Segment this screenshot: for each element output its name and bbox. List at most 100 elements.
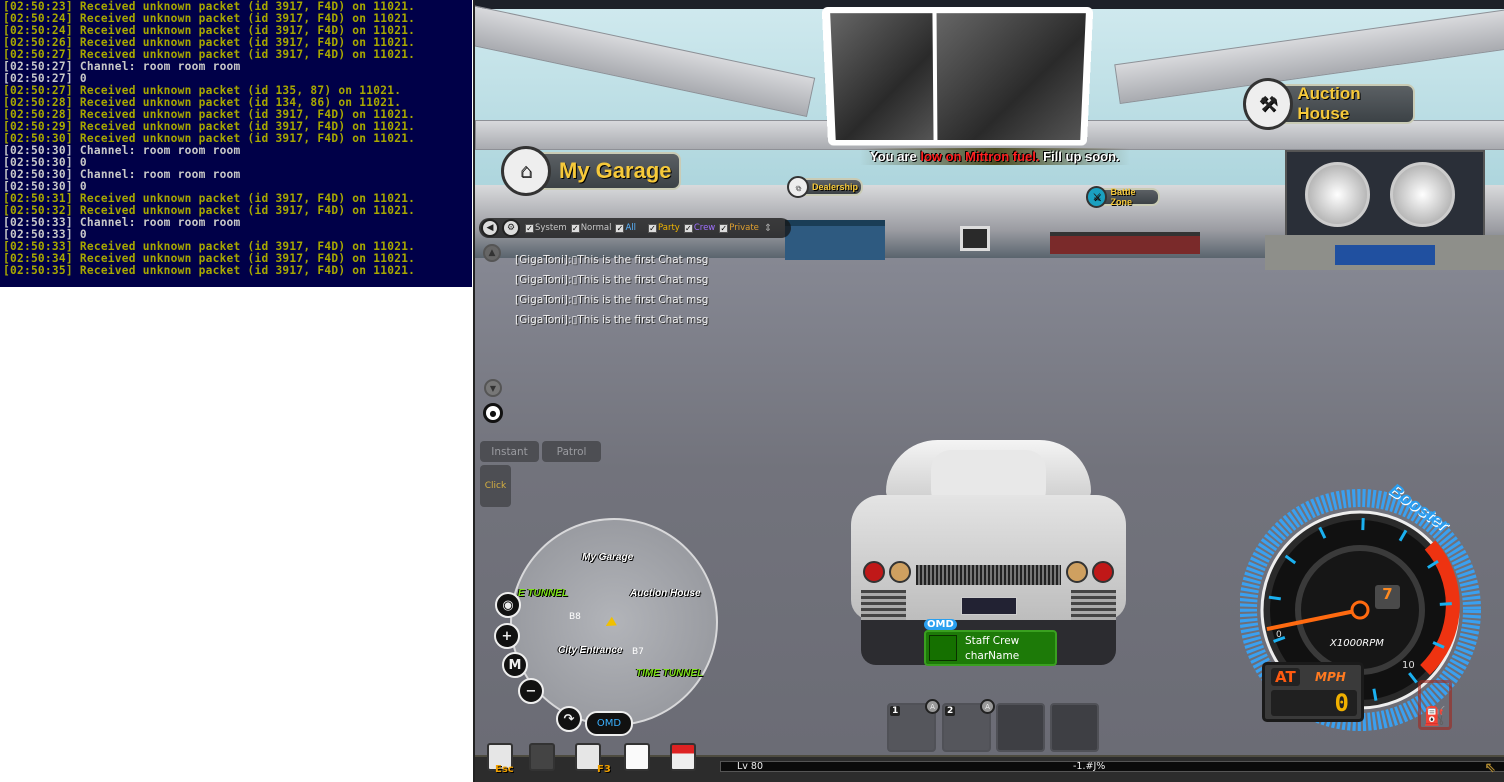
character-icon[interactable] bbox=[529, 743, 555, 771]
map-button[interactable]: M bbox=[502, 652, 528, 678]
chat-settings-gear-icon[interactable]: ⚙ bbox=[502, 219, 520, 237]
dealership-building bbox=[785, 220, 885, 260]
chat-filter-private[interactable]: ✓ Private bbox=[719, 223, 759, 233]
camera-icon[interactable]: ◉ bbox=[495, 592, 521, 618]
auto-badge-icon: A bbox=[980, 699, 995, 714]
battle-zone-sign: ⚔ Battle Zone bbox=[1086, 186, 1160, 208]
chat-filter-bar: ◀ ⚙ ✓ System ✓ Normal ✓ All ✓ Party ✓ Crew ✓ Privat… bbox=[479, 218, 791, 238]
dealership-icon: ☼ bbox=[787, 176, 809, 198]
dealership-sign: ☼ Dealership bbox=[787, 176, 863, 198]
chat-message: [GigaToni]:▯This is the first Chat msg bbox=[515, 294, 709, 306]
checkbox-checked-icon[interactable]: ✓ bbox=[719, 223, 729, 233]
player-position-arrow-icon: ◀ bbox=[601, 614, 619, 633]
chat-filter-party[interactable]: ✓ Party bbox=[648, 223, 680, 233]
f3-key-label: F3 bbox=[597, 764, 611, 775]
level-label: Lv 80 bbox=[737, 761, 764, 772]
minimap-label-auction-house: Auction House bbox=[630, 588, 701, 599]
hotbar-slot-1[interactable]: 1A bbox=[887, 699, 940, 752]
minimap-label-my-garage: My Garage bbox=[582, 552, 634, 563]
player-nameplate: Staff Crew charName bbox=[924, 630, 1057, 666]
notebook-icon[interactable] bbox=[624, 743, 650, 771]
console-message: Channel: room room room bbox=[79, 144, 241, 157]
server-console: [02:50:23] Received unknown packet (id 3… bbox=[0, 0, 472, 287]
chat-toggle-button[interactable]: ● bbox=[483, 403, 503, 423]
minimap-label-b8: B8 bbox=[569, 612, 581, 622]
rpm-unit-label: X1000RPM bbox=[1330, 638, 1384, 649]
console-line: [02:50:35] Received unknown packet (id 3… bbox=[3, 265, 472, 277]
esc-key-label: Esc bbox=[495, 764, 514, 775]
rpm-tick bbox=[1439, 602, 1452, 606]
chat-back-button[interactable]: ◀ bbox=[481, 219, 499, 237]
chat-filter-crew[interactable]: ✓ Crew bbox=[683, 223, 715, 233]
zoom-out-icon[interactable]: − bbox=[518, 678, 544, 704]
click-button[interactable]: Click bbox=[480, 465, 511, 507]
rpm-max-label: 10 bbox=[1402, 660, 1415, 671]
chat-filter-label: All bbox=[625, 223, 637, 233]
instant-button[interactable]: Instant bbox=[480, 441, 539, 462]
shop-icon[interactable] bbox=[670, 743, 696, 771]
rpm-tick bbox=[1372, 688, 1378, 701]
hotbar-slot-2[interactable]: 2A bbox=[942, 699, 995, 752]
fuel-pump-icon: ⛽ bbox=[1418, 680, 1452, 730]
chat-filter-system[interactable]: ✓ System bbox=[525, 223, 567, 233]
chat-message: [GigaToni]:▯This is the first Chat msg bbox=[515, 274, 709, 286]
minimap-label-e-tunnel: E TUNNEL bbox=[518, 588, 568, 599]
chat-messages: [GigaToni]:▯This is the first Chat msg [G… bbox=[515, 250, 708, 330]
chat-message: [GigaToni]:▯This is the first Chat msg bbox=[515, 254, 709, 266]
battle-zone-icon: ⚔ bbox=[1086, 186, 1108, 208]
omd-button[interactable]: OMD bbox=[585, 711, 633, 736]
hotbar-slot-4[interactable] bbox=[1050, 703, 1099, 752]
minimap-label-time-tunnel: TIME TUNNEL bbox=[636, 668, 704, 679]
checkbox-checked-icon[interactable]: ✓ bbox=[570, 223, 580, 233]
exp-percent: -1.#J% bbox=[1073, 761, 1106, 772]
chat-filter-label: Normal bbox=[580, 223, 612, 233]
speed-unit: MPH bbox=[1315, 670, 1346, 684]
slot-number: 2 bbox=[945, 706, 956, 716]
hotbar-slot-3[interactable] bbox=[996, 703, 1045, 752]
resize-arrow-icon[interactable]: ⇖ bbox=[1484, 760, 1496, 776]
chat-scroll-up-button[interactable]: ▲ bbox=[483, 244, 501, 262]
checkbox-checked-icon[interactable]: ✓ bbox=[648, 223, 658, 233]
billboard-image bbox=[830, 13, 934, 140]
billboard-screen bbox=[821, 6, 1094, 146]
rotate-icon[interactable]: ↷ bbox=[556, 706, 582, 732]
chat-scroll-down-button[interactable]: ▼ bbox=[484, 379, 502, 397]
console-message: Channel: room room room bbox=[79, 60, 241, 73]
chat-filter-label: Party bbox=[658, 223, 680, 233]
tunnel-gate bbox=[960, 226, 990, 251]
chat-message: [GigaToni]:▯This is the first Chat msg bbox=[515, 314, 709, 326]
minimap-label-b7: B7 bbox=[632, 647, 644, 657]
mittron-building bbox=[1265, 150, 1504, 270]
transmission-mode: AT bbox=[1271, 668, 1300, 686]
checkbox-checked-icon[interactable]: ✓ bbox=[615, 223, 625, 233]
gear-indicator: 7 bbox=[1375, 585, 1400, 609]
crew-name: Staff Crew bbox=[965, 635, 1020, 647]
rpm-min-label: 0 bbox=[1276, 630, 1282, 640]
patrol-button[interactable]: Patrol bbox=[542, 441, 601, 462]
game-window[interactable]: ⌂ My Garage ⚒ Auction House ☼ Dealership… bbox=[473, 0, 1504, 782]
chat-filter-label: System bbox=[535, 223, 567, 233]
rpm-tick bbox=[1268, 595, 1281, 601]
console-message: Received unknown packet (id 3917, F4D) o… bbox=[79, 264, 416, 277]
chat-resize-icon[interactable]: ⇕ bbox=[764, 223, 772, 234]
crew-emblem bbox=[929, 635, 957, 661]
zoom-in-icon[interactable]: + bbox=[494, 623, 520, 649]
fuel-warning: You are low on Mittron fuel. Fill up soo… bbox=[860, 148, 1130, 165]
speed-value: 0 bbox=[1271, 690, 1357, 716]
chat-filter-all[interactable]: ✓ All bbox=[615, 223, 636, 233]
checkbox-checked-icon[interactable]: ✓ bbox=[683, 223, 693, 233]
garage-icon: ⌂ bbox=[501, 146, 551, 196]
gavel-icon: ⚒ bbox=[1243, 78, 1294, 130]
chat-filter-normal[interactable]: ✓ Normal bbox=[570, 223, 612, 233]
speedometer: Booster 7 X1000RPM 0 10 AT MPH 0 ⛽ bbox=[1239, 479, 1504, 755]
billboard-image bbox=[936, 13, 1086, 140]
console-timestamp: [02:50:35] bbox=[3, 264, 73, 277]
console-message: Channel: room room room bbox=[79, 168, 241, 181]
character-name: charName bbox=[965, 650, 1020, 662]
my-garage-sign: ⌂ My Garage bbox=[501, 146, 681, 196]
checkbox-checked-icon[interactable]: ✓ bbox=[525, 223, 534, 233]
console-message: Channel: room room room bbox=[79, 216, 241, 229]
slot-number: 1 bbox=[890, 706, 901, 716]
battle-zone-building bbox=[1050, 232, 1200, 254]
auction-house-sign: ⚒ Auction House bbox=[1243, 78, 1415, 130]
